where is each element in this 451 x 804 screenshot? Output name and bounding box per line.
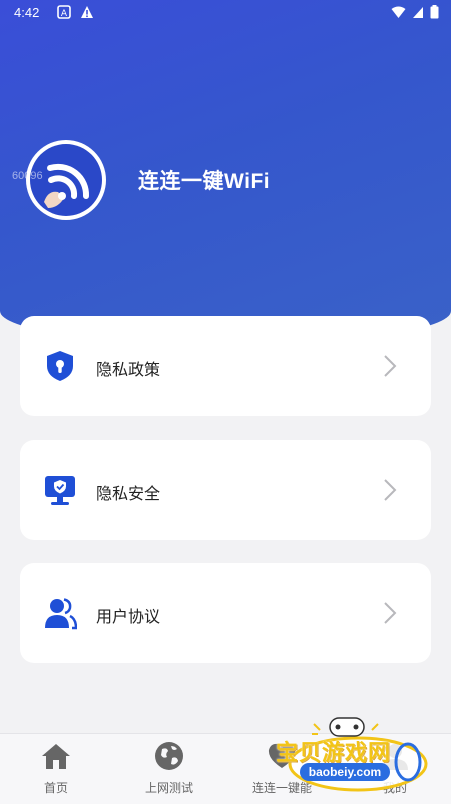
status-time: 4:42 (14, 5, 40, 20)
card-label: 隐私安全 (96, 486, 161, 503)
privacy-security-card[interactable]: 隐私安全 (20, 440, 431, 540)
cell-signal-icon (413, 6, 423, 18)
card-label: 用户协议 (96, 609, 161, 626)
privacy-policy-card[interactable]: 隐私政策 (20, 316, 431, 416)
monitor-shield-icon (45, 476, 75, 505)
wifi-signal-icon (391, 6, 406, 18)
user-agreement-card[interactable]: 用户协议 (20, 563, 431, 663)
nav-home[interactable]: 首页 (0, 734, 112, 804)
sim-icon: A (57, 5, 71, 19)
chevron-right-icon (384, 602, 397, 624)
status-bar: 4:42 A (0, 0, 451, 26)
home-icon (42, 744, 70, 769)
users-icon (45, 598, 77, 630)
watermark-url: baobeiy.com (300, 763, 390, 781)
nav-label: 上网测试 (144, 781, 193, 795)
card-label: 隐私政策 (96, 362, 161, 379)
app-title: 连连一键WiFi (138, 170, 271, 193)
logo-watermark: 60096 (12, 170, 43, 182)
battery-icon (430, 5, 439, 19)
nav-label: 首页 (43, 781, 68, 795)
chevron-right-icon (384, 355, 397, 377)
nav-speed-test[interactable]: 上网测试 (113, 734, 225, 804)
warning-icon (81, 6, 93, 18)
shield-lock-icon (47, 351, 73, 381)
svg-text:A: A (61, 9, 68, 19)
globe-icon (155, 742, 183, 770)
chevron-right-icon (384, 479, 397, 501)
